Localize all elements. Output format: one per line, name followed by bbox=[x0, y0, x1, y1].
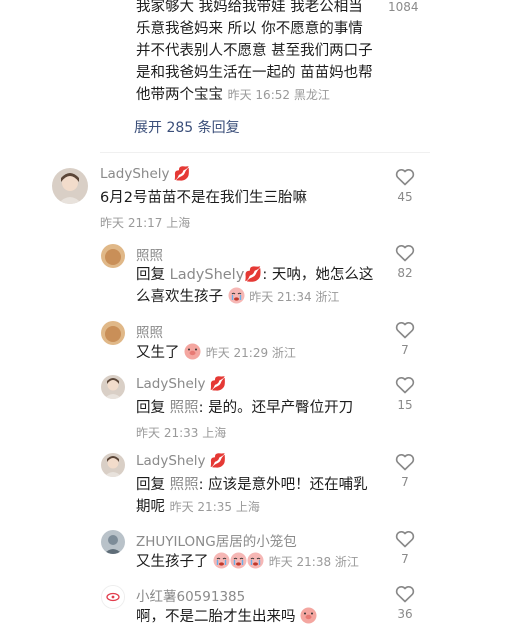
comment-author[interactable]: 小红薯60591385 bbox=[136, 585, 245, 605]
like-count: 15 bbox=[397, 398, 413, 412]
comment-author[interactable]: ZHUYILONG居居的小笼包 bbox=[136, 530, 297, 550]
comment-body: 啊，不是二胎才生出来吗 bbox=[136, 606, 317, 628]
top-comment-line: 是和我爸妈生活在一起的 苗苗妈也帮 bbox=[136, 65, 373, 81]
comment-meta: 昨天 16:52 黑龙江 bbox=[227, 88, 330, 102]
heart-icon bbox=[395, 586, 415, 603]
comment-body: 回复 LadyShely💋: 天呐，她怎么这 么喜欢生孩子 昨天 21:34 浙… bbox=[136, 264, 376, 308]
like-count: 7 bbox=[401, 343, 409, 357]
like-button[interactable]: 7 bbox=[385, 321, 425, 357]
like-count: 1084 bbox=[388, 0, 419, 14]
avatar[interactable] bbox=[101, 244, 125, 268]
like-button[interactable]: 7 bbox=[385, 530, 425, 566]
comment-author[interactable]: LadyShely bbox=[100, 166, 170, 182]
comment-text: 么喜欢生孩子 bbox=[136, 289, 223, 305]
comment-meta: 昨天 21:29 浙江 bbox=[205, 346, 296, 360]
crying-emoji-icon bbox=[228, 287, 245, 304]
like-button[interactable]: 7 bbox=[385, 453, 425, 489]
avatar[interactable] bbox=[101, 530, 125, 554]
comment-author-row: LadyShely 💋 bbox=[136, 376, 227, 392]
comment-author[interactable]: 照照 bbox=[136, 244, 163, 264]
heart-icon bbox=[395, 169, 415, 186]
like-count: 36 bbox=[397, 607, 413, 621]
like-count: 7 bbox=[401, 552, 409, 566]
comment-meta: 昨天 21:38 浙江 bbox=[268, 555, 359, 569]
lips-icon: 💋 bbox=[244, 267, 263, 283]
avatar[interactable] bbox=[101, 453, 125, 477]
comment-text: 啊，不是二胎才生出来吗 bbox=[136, 609, 296, 625]
comment-body: 又生孩子了 昨天 21:38 浙江 bbox=[136, 551, 359, 573]
avatar[interactable] bbox=[101, 321, 125, 345]
comment-meta: 昨天 21:34 浙江 bbox=[249, 290, 340, 304]
like-button[interactable]: 36 bbox=[385, 585, 425, 621]
pig-emoji-icon bbox=[300, 607, 317, 624]
comment-text: : 是的。还早产臀位开刀 bbox=[198, 400, 354, 416]
comment-text: 6月2号苗苗不是在我们生三胎嘛 bbox=[100, 190, 307, 206]
heart-icon bbox=[395, 377, 415, 394]
top-comment-text: 他带两个宝宝 bbox=[136, 87, 223, 103]
like-count: 45 bbox=[397, 190, 413, 204]
avatar[interactable] bbox=[101, 375, 125, 399]
avatar[interactable] bbox=[52, 168, 88, 204]
comment-author[interactable]: LadyShely bbox=[136, 453, 206, 469]
crying-emoji-icon bbox=[230, 552, 247, 569]
comment-author[interactable]: 照照 bbox=[136, 321, 163, 341]
reply-prefix: 回复 bbox=[136, 400, 170, 416]
comment-body: 回复 照照: 应该是意外吧！还在哺乳 期呢 昨天 21:35 上海 bbox=[136, 474, 376, 518]
top-comment-last-line: 他带两个宝宝 昨天 16:52 黑龙江 bbox=[136, 84, 436, 106]
top-comment-line: 乐意我爸妈来 所以 你不愿意的事情 bbox=[136, 21, 363, 37]
comment-meta: 昨天 21:17 上海 bbox=[100, 216, 191, 230]
heart-icon bbox=[395, 531, 415, 548]
comment-author[interactable]: LadyShely bbox=[136, 376, 206, 392]
crying-emoji-icon bbox=[213, 552, 230, 569]
like-count: 82 bbox=[397, 266, 413, 280]
lips-icon: 💋 bbox=[209, 376, 227, 392]
heart-icon bbox=[395, 245, 415, 262]
reply-prefix: 回复 bbox=[136, 267, 170, 283]
like-button[interactable]: 82 bbox=[385, 244, 425, 280]
reply-target[interactable]: LadyShely bbox=[170, 267, 245, 283]
avatar[interactable] bbox=[101, 585, 125, 609]
comment-text: 又生孩子了 bbox=[136, 554, 209, 570]
like-button[interactable]: 45 bbox=[385, 168, 425, 204]
divider bbox=[100, 152, 430, 153]
comment-text: : 应该是意外吧！还在哺乳 bbox=[198, 477, 368, 493]
like-button[interactable]: 15 bbox=[385, 376, 425, 412]
comment-text: 期呢 bbox=[136, 499, 165, 515]
comment-text: 又生了 bbox=[136, 345, 180, 361]
like-count: 7 bbox=[401, 475, 409, 489]
comment-author-row: LadyShely 💋 bbox=[136, 453, 227, 469]
comment-author-row: LadyShely 💋 bbox=[100, 166, 191, 182]
comment-body: 回复 照照: 是的。还早产臀位开刀 bbox=[136, 397, 353, 419]
heart-icon bbox=[395, 454, 415, 471]
lips-icon: 💋 bbox=[209, 453, 227, 469]
lips-icon: 💋 bbox=[173, 166, 191, 182]
comment-body: 又生了 昨天 21:29 浙江 bbox=[136, 342, 296, 364]
reply-target[interactable]: 照照 bbox=[170, 400, 199, 416]
pig-emoji-icon bbox=[184, 343, 201, 360]
expand-replies-link[interactable]: 展开 285 条回复 bbox=[134, 117, 240, 137]
heart-icon bbox=[395, 322, 415, 339]
comment-meta: 昨天 21:33 上海 bbox=[136, 426, 227, 440]
reply-prefix: 回复 bbox=[136, 477, 170, 493]
comment-meta: 昨天 21:35 上海 bbox=[169, 500, 260, 514]
crying-emoji-icon bbox=[247, 552, 264, 569]
reply-target[interactable]: 照照 bbox=[170, 477, 199, 493]
top-comment-line: 并不代表别人不愿意 甚至我们两口子 bbox=[136, 43, 373, 59]
comment-text: : 天呐，她怎么这 bbox=[262, 267, 374, 283]
